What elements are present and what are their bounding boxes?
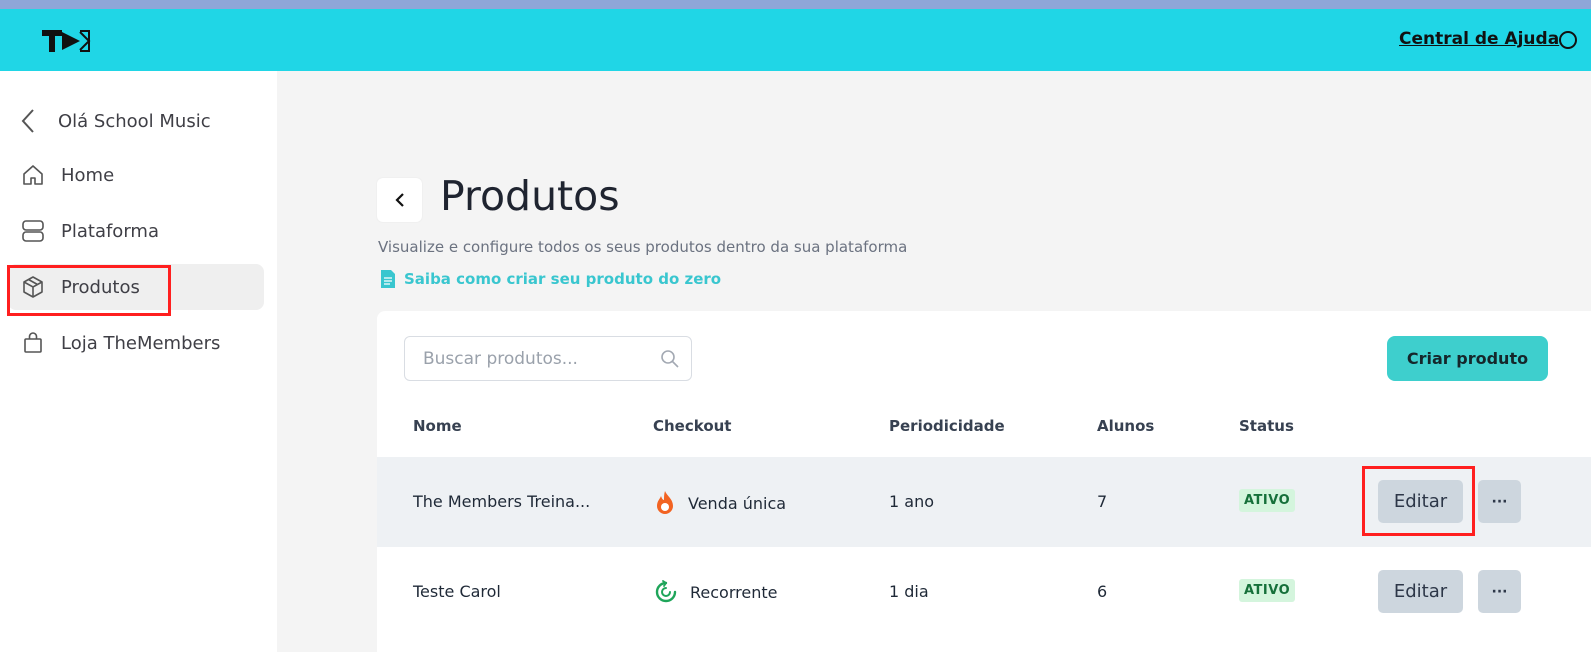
column-header-alunos[interactable]: Alunos (1097, 417, 1154, 435)
sidebar-back-link[interactable]: Olá School Music (20, 107, 211, 135)
sidebar-back-label: Olá School Music (58, 110, 211, 132)
status-badge: ATIVO (1239, 579, 1296, 602)
search-input[interactable] (423, 348, 643, 370)
chevron-left-icon (394, 193, 404, 207)
layers-icon (20, 218, 46, 244)
sidebar-item-home[interactable]: Home (8, 152, 264, 198)
learn-link[interactable]: Saiba como criar seu produto do zero (380, 269, 721, 289)
periodicity: 1 ano (889, 492, 934, 511)
more-options-button[interactable]: ··· (1478, 570, 1521, 613)
status-badge: ATIVO (1239, 489, 1296, 512)
chevron-left-icon (21, 109, 34, 133)
sidebar-item-loja[interactable]: Loja TheMembers (8, 320, 264, 366)
page-title: Produtos (440, 172, 620, 220)
product-name: Teste Carol (413, 582, 501, 601)
edit-button[interactable]: Editar (1378, 570, 1463, 613)
browser-top-strip (0, 0, 1591, 9)
help-center-link[interactable]: Central de Ajuda (1399, 29, 1559, 49)
checkout-label: Recorrente (690, 582, 778, 602)
highlight-produtos (7, 265, 171, 316)
checkout-label: Venda única (688, 493, 787, 513)
students-count: 6 (1097, 582, 1108, 601)
sidebar: Olá School Music Home Plataforma Produto… (0, 71, 277, 652)
column-header-nome[interactable]: Nome (413, 417, 462, 435)
home-icon (20, 162, 46, 188)
fire-icon (657, 491, 673, 514)
table-row[interactable]: Teste Carol Recorrente 1 dia 6 ATIVO Edi… (377, 547, 1591, 637)
product-name: The Members Treina... (413, 492, 591, 511)
logo[interactable] (40, 27, 94, 55)
shopping-bag-icon (20, 330, 46, 356)
sidebar-item-label: Plataforma (61, 220, 159, 242)
sidebar-item-plataforma[interactable]: Plataforma (8, 208, 264, 254)
checkout-cell: Venda única (654, 490, 786, 516)
sidebar-item-label: Loja TheMembers (61, 332, 221, 354)
search-icon[interactable] (660, 349, 680, 369)
highlight-edit-button (1362, 466, 1475, 536)
recurring-icon (655, 580, 677, 603)
search-box (404, 336, 692, 381)
learn-link-label: Saiba como criar seu produto do zero (404, 270, 722, 288)
page-subtitle: Visualize e configure todos os seus prod… (378, 238, 908, 256)
more-options-button[interactable]: ··· (1478, 480, 1521, 523)
periodicity: 1 dia (889, 582, 929, 601)
sidebar-item-label: Home (61, 164, 115, 186)
top-header: Central de Ajuda (0, 9, 1591, 71)
create-product-button[interactable]: Criar produto (1387, 336, 1548, 381)
column-header-checkout[interactable]: Checkout (653, 417, 731, 435)
students-count: 7 (1097, 492, 1108, 511)
page-back-button[interactable] (377, 178, 422, 222)
checkout-cell: Recorrente (654, 580, 777, 604)
column-header-status[interactable]: Status (1239, 417, 1294, 435)
column-header-periodicidade[interactable]: Periodicidade (889, 417, 1005, 435)
help-icon[interactable] (1559, 31, 1577, 49)
document-icon (381, 270, 395, 288)
